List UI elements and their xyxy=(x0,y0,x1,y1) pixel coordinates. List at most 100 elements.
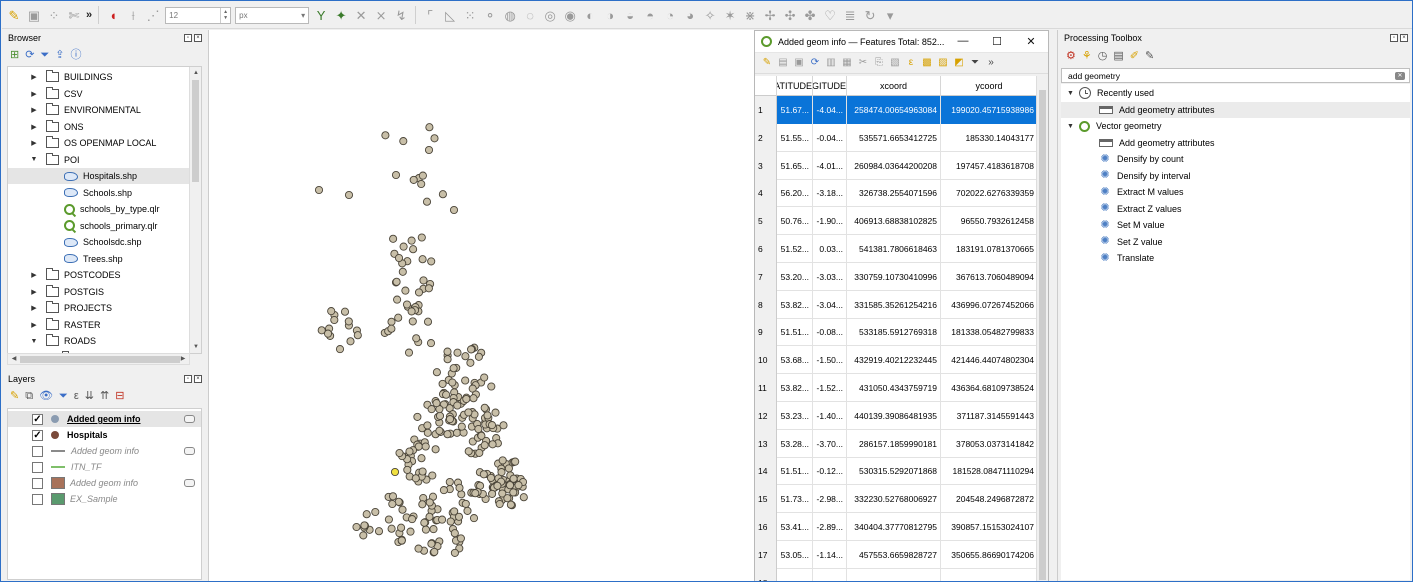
table-row[interactable]: 8 53.82... -3.04... 331585.35261254216 43699… xyxy=(755,290,1038,319)
expand-caret-icon[interactable]: ▶ xyxy=(30,73,38,81)
digitize-tool-icon[interactable]: ✦ xyxy=(333,7,349,23)
table-cell[interactable]: 421446.44074802304 xyxy=(941,346,1038,375)
spin-arrows[interactable]: ▲ ▼ xyxy=(220,7,230,23)
table-cell[interactable]: 533185.5912769318 xyxy=(847,318,941,347)
layer-filter-icon[interactable] xyxy=(184,479,195,487)
table-cell[interactable]: 258474.00654963084 xyxy=(847,96,941,124)
table-cell[interactable]: 51.65... xyxy=(777,151,813,180)
collapse-caret-icon[interactable]: ▼ xyxy=(1067,123,1079,130)
table-row[interactable]: 15 51.73... -2.98... 332230.52768006927 2045… xyxy=(755,485,1038,514)
remove-layer-icon[interactable]: ⊟ xyxy=(115,390,124,402)
layer-filter-icon[interactable] xyxy=(184,415,195,423)
scroll-left-arrow[interactable]: ◀ xyxy=(8,354,20,364)
row-number-cell[interactable]: 4 xyxy=(755,179,777,208)
table-cell[interactable]: -3.70... xyxy=(813,429,847,458)
table-cell[interactable]: 204548.2496872872 xyxy=(941,485,1038,514)
minimize-button[interactable]: — xyxy=(946,35,980,48)
table-row[interactable]: 14 51.51... -0.12... 530315.5292071868 18152… xyxy=(755,457,1038,486)
delete-ring-icon[interactable]: ◌ xyxy=(522,7,538,23)
add-group-icon[interactable]: ⧉ xyxy=(25,390,33,402)
layer-visibility-checkbox[interactable] xyxy=(32,493,43,505)
table-cell[interactable]: 53.82... xyxy=(777,290,813,319)
table-cell[interactable]: -2.98... xyxy=(813,485,847,514)
browser-item[interactable]: ▼ ROADS xyxy=(8,333,190,349)
offset-curve-icon[interactable]: ↯ xyxy=(393,7,409,23)
table-cell[interactable]: 432919.40212232445 xyxy=(847,346,941,375)
algorithm-item[interactable]: ✺ Densify by count xyxy=(1061,151,1410,167)
row-number-cell[interactable]: 9 xyxy=(755,318,777,347)
table-row[interactable]: 7 53.20... -3.03... 330759.10730410996 36761… xyxy=(755,262,1038,291)
table-cell[interactable]: 51.52... xyxy=(777,235,813,263)
add-point-icon[interactable]: ⁘ xyxy=(46,7,62,23)
table-cell[interactable]: 530315.5292071868 xyxy=(847,457,941,486)
save-edits-icon[interactable]: ▣ xyxy=(793,57,805,69)
add-part-icon[interactable]: ⚬ xyxy=(482,7,498,23)
float-panel-icon[interactable]: ▫ xyxy=(1390,34,1398,42)
label-tool-icon[interactable]: ✧ xyxy=(702,7,718,23)
table-cell[interactable]: -4.01... xyxy=(813,151,847,180)
change-label-icon[interactable]: ✤ xyxy=(802,7,818,23)
reshape-icon[interactable]: ⌜ xyxy=(422,7,438,23)
table-cell[interactable]: -1.90... xyxy=(813,207,847,236)
tolerance-spinbox[interactable]: 12 ▲ ▼ xyxy=(165,6,232,24)
row-number-cell[interactable]: 1 xyxy=(755,96,777,124)
scroll-right-arrow[interactable]: ▶ xyxy=(177,354,189,364)
table-cell[interactable]: -1.50... xyxy=(813,346,847,375)
expand-all-icon[interactable]: ⇊ xyxy=(85,390,94,402)
row-number-cell[interactable]: 7 xyxy=(755,262,777,291)
table-cell[interactable]: 331585.35261254216 xyxy=(847,290,941,319)
row-number-cell[interactable]: 13 xyxy=(755,429,777,458)
expand-caret-icon[interactable]: ▶ xyxy=(30,106,38,114)
table-cell[interactable]: 53.23... xyxy=(777,401,813,430)
table-cell[interactable]: -1.14... xyxy=(813,540,847,569)
algorithm-item[interactable]: ✺ Extract M values xyxy=(1061,184,1410,200)
table-cell[interactable]: 181528.08471110294 xyxy=(941,457,1038,486)
browser-item[interactable]: ▶ RASTER xyxy=(8,317,190,333)
diagram-tool-icon[interactable]: ♡ xyxy=(822,7,838,23)
scroll-thumb[interactable] xyxy=(192,80,199,182)
table-row[interactable]: 11 53.82... -1.52... 431050.4343759719 43636… xyxy=(755,374,1038,402)
row-number-cell[interactable]: 11 xyxy=(755,374,777,402)
algorithm-group[interactable]: ▼ Recently used xyxy=(1061,85,1410,101)
table-cell[interactable]: -0.08... xyxy=(813,318,847,347)
expand-caret-icon[interactable]: ▶ xyxy=(30,288,38,296)
table-row[interactable]: 4 56.20... -3.18... 326738.2554071596 702022… xyxy=(755,179,1038,208)
scroll-up-arrow[interactable]: ▲ xyxy=(190,67,201,79)
expand-caret-icon[interactable]: ▶ xyxy=(30,123,38,131)
table-cell[interactable]: -0.04... xyxy=(813,123,847,152)
layer-visibility-checkbox[interactable]: ✓ xyxy=(32,413,43,425)
table-cell[interactable]: 406913.68838102825 xyxy=(847,207,941,236)
table-row[interactable]: 13 53.28... -3.70... 286157.1859990181 37805… xyxy=(755,429,1038,458)
table-cell[interactable] xyxy=(777,568,813,581)
table-row[interactable]: 6 51.52... 0.03... 541381.7806618463 183191.… xyxy=(755,235,1038,263)
table-cell[interactable]: 199020.45715938986 xyxy=(941,96,1038,124)
row-number-cell[interactable]: 5 xyxy=(755,207,777,236)
split-tool-icon[interactable]: ✕ xyxy=(353,7,369,23)
algorithm-item[interactable]: ✺ Set M value xyxy=(1061,217,1410,233)
browser-item[interactable]: ▶ POSTCODES xyxy=(8,267,190,283)
refresh-icon[interactable]: ⟳ xyxy=(25,49,34,61)
layer-item[interactable]: ✓ Hospitals xyxy=(8,427,201,443)
delete-part-icon[interactable]: ⨯ xyxy=(373,7,389,23)
table-cell[interactable]: 185330.14043177 xyxy=(941,123,1038,152)
table-cell[interactable]: 350655.86690174206 xyxy=(941,540,1038,569)
browser-item[interactable]: ▶ PROJECTS xyxy=(8,300,190,316)
table-cell[interactable]: 50.76... xyxy=(777,207,813,236)
browser-item[interactable]: schools_primary.qlr xyxy=(8,218,190,234)
algorithm-item[interactable]: ✺ Translate xyxy=(1061,250,1410,266)
layer-item[interactable]: ITN_TF xyxy=(8,459,201,475)
algorithm-item[interactable]: Add geometry attributes xyxy=(1061,101,1410,118)
info-icon[interactable]: ⓘ xyxy=(70,49,81,61)
table-cell[interactable]: 436364.68109738524 xyxy=(941,374,1038,402)
table-cell[interactable]: 535571.6653412725 xyxy=(847,123,941,152)
clear-search-icon[interactable]: ✕ xyxy=(1395,71,1405,80)
layer-visibility-checkbox[interactable] xyxy=(32,445,43,457)
row-number-cell[interactable]: 17 xyxy=(755,540,777,569)
select-by-expression-icon[interactable]: ε xyxy=(905,57,917,69)
rotate-feature-icon[interactable]: ◔ xyxy=(662,7,678,23)
table-cell[interactable]: 390857.15153024107 xyxy=(941,513,1038,541)
row-number-cell[interactable]: 8 xyxy=(755,290,777,319)
table-cell[interactable]: 260984.03644200208 xyxy=(847,151,941,180)
row-number-cell[interactable]: 15 xyxy=(755,485,777,514)
table-row[interactable]: 17 53.05... -1.14... 457553.6659828727 35065… xyxy=(755,540,1038,569)
